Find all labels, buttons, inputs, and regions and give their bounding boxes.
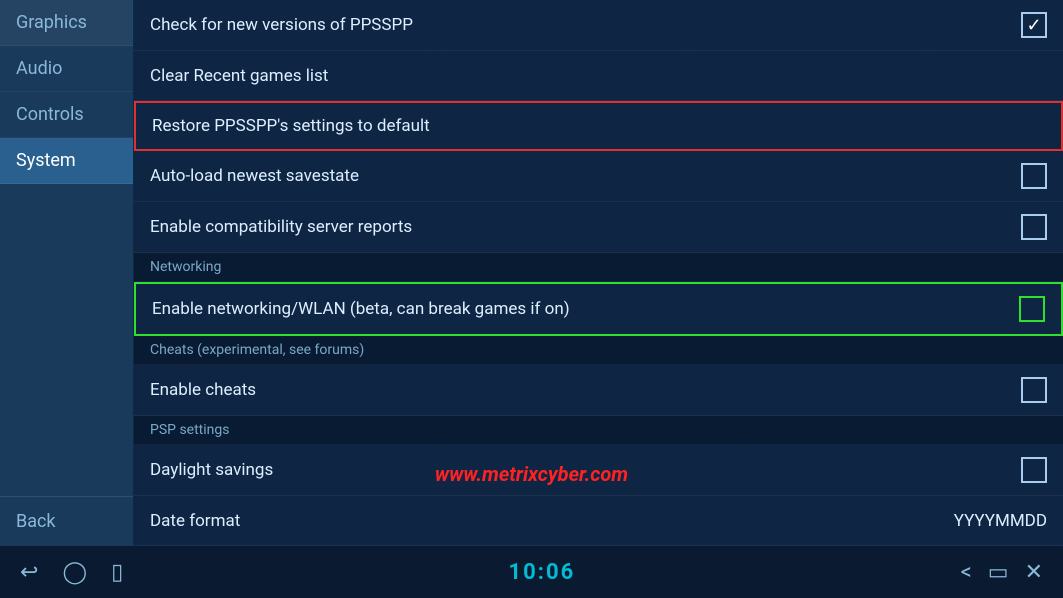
setting-row-enable-compat[interactable]: Enable compatibility server reports <box>134 202 1063 253</box>
setting-row-check-versions[interactable]: Check for new versions of PPSSPP✓ <box>134 0 1063 51</box>
checkbox-auto-load-savestate[interactable] <box>1021 163 1047 189</box>
checkbox-daylight-savings[interactable] <box>1021 457 1047 483</box>
setting-label-restore-settings: Restore PPSSPP's settings to default <box>152 116 1045 136</box>
sidebar-item-audio[interactable]: Audio <box>0 46 133 92</box>
checkbox-enable-cheats[interactable] <box>1021 377 1047 403</box>
home-icon[interactable]: ◯ <box>62 560 87 585</box>
settings-content: Check for new versions of PPSSPP✓ Clear R… <box>134 0 1063 546</box>
bottom-bar: ↩ ◯ ▯ 10:06 < ▭ ✕ <box>0 546 1063 598</box>
close-icon[interactable]: ✕ <box>1025 560 1043 585</box>
back-arrow-icon[interactable]: ↩ <box>20 560 38 585</box>
checkbox-check-versions[interactable]: ✓ <box>1021 12 1047 38</box>
checkbox-enable-networking[interactable] <box>1019 296 1045 322</box>
sidebar: Graphics Audio Controls System Back <box>0 0 134 546</box>
section-header-cheats-header: Cheats (experimental, see forums) <box>134 336 1063 365</box>
checkbox-enable-compat[interactable] <box>1021 214 1047 240</box>
sidebar-item-graphics[interactable]: Graphics <box>0 0 133 46</box>
settings-list: Check for new versions of PPSSPP✓ Clear R… <box>134 0 1063 546</box>
setting-row-enable-cheats[interactable]: Enable cheats <box>134 365 1063 416</box>
sidebar-item-system[interactable]: System <box>0 138 133 184</box>
section-header-networking-header: Networking <box>134 253 1063 282</box>
setting-row-daylight-savings[interactable]: Daylight savings <box>134 445 1063 496</box>
setting-label-auto-load-savestate: Auto-load newest savestate <box>150 166 1021 186</box>
setting-value-date-format: YYYYMMDD <box>954 511 1047 531</box>
setting-label-date-format: Date format <box>150 511 938 531</box>
screen-mirror-icon[interactable]: ▭ <box>988 560 1009 585</box>
section-header-psp-header: PSP settings <box>134 416 1063 445</box>
setting-row-clear-recent[interactable]: Clear Recent games list <box>134 51 1063 101</box>
setting-label-clear-recent: Clear Recent games list <box>150 66 1047 86</box>
recent-apps-icon[interactable]: ▯ <box>111 560 123 585</box>
setting-label-daylight-savings: Daylight savings <box>150 460 1021 480</box>
setting-label-enable-cheats: Enable cheats <box>150 380 1021 400</box>
setting-label-enable-networking: Enable networking/WLAN (beta, can break … <box>152 299 1019 319</box>
sidebar-item-controls[interactable]: Controls <box>0 92 133 138</box>
share-icon[interactable]: < <box>961 560 972 585</box>
setting-row-enable-networking[interactable]: Enable networking/WLAN (beta, can break … <box>134 282 1063 336</box>
setting-row-auto-load-savestate[interactable]: Auto-load newest savestate <box>134 151 1063 202</box>
bottom-right-icons: < ▭ ✕ <box>961 560 1043 585</box>
setting-row-restore-settings[interactable]: Restore PPSSPP's settings to default <box>134 101 1063 151</box>
back-button[interactable]: Back <box>0 496 133 546</box>
setting-row-date-format[interactable]: Date format YYYYMMDD <box>134 496 1063 546</box>
bottom-left-icons: ↩ ◯ ▯ <box>20 560 123 585</box>
setting-label-check-versions: Check for new versions of PPSSPP <box>150 15 1021 35</box>
setting-label-enable-compat: Enable compatibility server reports <box>150 217 1021 237</box>
clock: 10:06 <box>509 560 576 585</box>
